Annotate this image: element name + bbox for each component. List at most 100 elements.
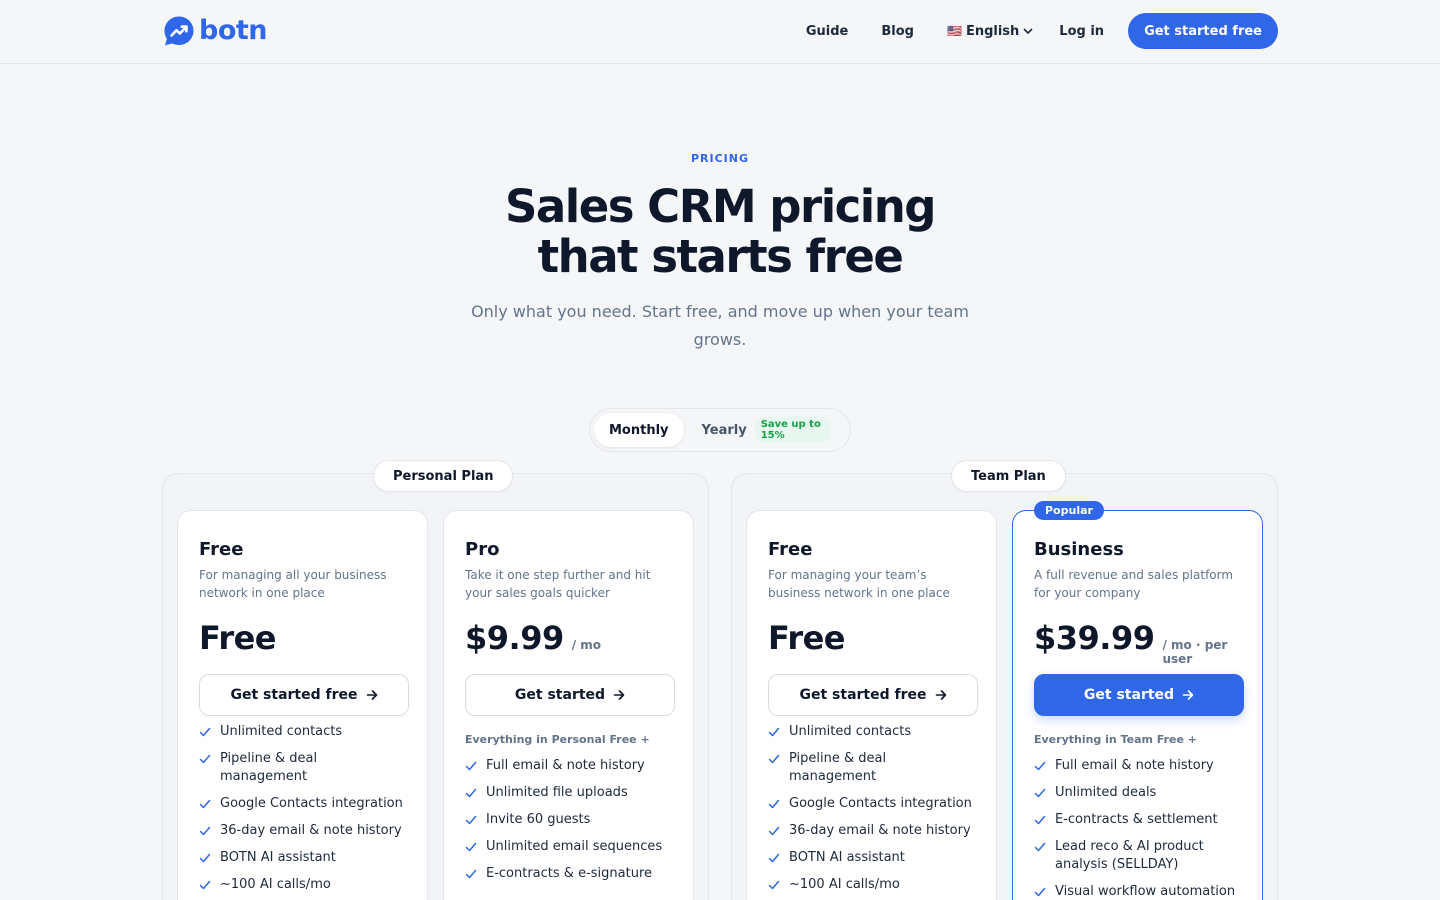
- feature-text: ~100 AI calls/mo: [220, 877, 331, 892]
- feature-list: Full email & note history Unlimited deal…: [1034, 757, 1242, 900]
- check-icon: [199, 799, 211, 809]
- feature-text: Invite 60 guests: [486, 812, 591, 827]
- top-nav-bar: botn Guide Blog 🇺🇸 English Log in Get st…: [0, 0, 1440, 64]
- cta-label: Get started: [1083, 687, 1175, 703]
- feature-text: Unlimited email sequences: [486, 839, 663, 854]
- feature-item: ~100 AI calls/mo: [199, 876, 407, 894]
- main-nav: Guide Blog 🇺🇸 English Log in Get started…: [806, 13, 1278, 49]
- check-icon: [199, 727, 211, 737]
- plan-cta-button[interactable]: Get started free: [199, 674, 409, 716]
- check-icon: [465, 869, 477, 879]
- feature-item: Pipeline & deal management: [768, 750, 976, 786]
- plan-description: Take it one step further and hit your sa…: [465, 568, 651, 600]
- plan-price: $39.99: [1034, 619, 1155, 657]
- nav-blog-link[interactable]: Blog: [881, 24, 914, 39]
- feature-text: BOTN AI assistant: [789, 850, 905, 865]
- feature-item: 36-day email & note history: [768, 822, 976, 840]
- feature-item: Full email & note history: [1034, 757, 1242, 775]
- us-flag-icon: 🇺🇸: [946, 24, 962, 38]
- includes-label: Everything in Personal Free +: [465, 733, 650, 746]
- check-icon: [1034, 815, 1046, 825]
- feature-item: Pipeline & deal management: [199, 750, 407, 786]
- plan-description: For managing your team’s business networ…: [768, 568, 950, 600]
- check-icon: [199, 853, 211, 863]
- check-icon: [465, 815, 477, 825]
- feature-text: Full email & note history: [486, 758, 645, 773]
- yearly-option[interactable]: Yearly Save up to 15%: [684, 413, 846, 447]
- plan-price: $9.99: [465, 619, 564, 657]
- get-started-free-button[interactable]: Get started free: [1128, 13, 1278, 49]
- plan-name: Pro: [465, 539, 500, 560]
- feature-text: Unlimited contacts: [789, 724, 912, 739]
- billing-period-toggle: Monthly Yearly Save up to 15%: [589, 408, 851, 452]
- plan-description: A full revenue and sales platform for yo…: [1034, 568, 1234, 600]
- check-icon: [768, 880, 780, 890]
- plan-cta-button[interactable]: Get started free: [768, 674, 978, 716]
- price-row: Free: [768, 619, 976, 657]
- title-line-1: Sales CRM pricing: [505, 180, 936, 233]
- arrow-right-icon: [935, 690, 946, 700]
- botn-logo[interactable]: botn: [163, 15, 268, 47]
- nav-guide-link[interactable]: Guide: [806, 24, 849, 39]
- check-icon: [199, 754, 211, 764]
- feature-item: 36-day email & note history: [199, 822, 407, 840]
- feature-item: BOTN AI assistant: [768, 849, 976, 867]
- feature-item: Full email & note history: [465, 757, 673, 775]
- plan-card-personal-free: Free For managing all your business netw…: [177, 510, 428, 900]
- monthly-option[interactable]: Monthly: [594, 413, 684, 447]
- price-row: $39.99 / mo · per user: [1034, 619, 1242, 666]
- chat-trend-logo-icon: [164, 16, 194, 46]
- plan-price: Free: [199, 619, 277, 657]
- cta-label: Get started: [514, 687, 606, 703]
- feature-text: Full email & note history: [1055, 758, 1214, 773]
- feature-text: BOTN AI assistant: [220, 850, 336, 865]
- feature-item: Lead reco & AI product analysis (SELLDAY…: [1034, 838, 1242, 874]
- chevron-down-icon: [1023, 28, 1033, 34]
- plan-card-team-free: Free For managing your team’s business n…: [746, 510, 997, 900]
- plan-name: Free: [768, 539, 813, 560]
- language-selector[interactable]: 🇺🇸 English: [947, 24, 1033, 39]
- arrow-right-icon: [366, 690, 377, 700]
- plan-description: For managing all your business network i…: [199, 568, 387, 600]
- check-icon: [199, 826, 211, 836]
- price-row: Free: [199, 619, 407, 657]
- feature-item: Google Contacts integration: [199, 795, 407, 813]
- feature-text: Google Contacts integration: [789, 796, 972, 811]
- feature-text: E-contracts & settlement: [1055, 812, 1218, 827]
- check-icon: [465, 842, 477, 852]
- login-link[interactable]: Log in: [1059, 24, 1104, 39]
- yearly-label: Yearly: [701, 422, 747, 438]
- plan-name: Business: [1034, 539, 1124, 560]
- price-unit: / mo · per user: [1162, 638, 1228, 666]
- feature-text: 36-day email & note history: [789, 823, 971, 838]
- feature-text: Pipeline & deal management: [220, 751, 318, 784]
- feature-list: Full email & note history Unlimited file…: [465, 757, 673, 883]
- feature-text: Google Contacts integration: [220, 796, 403, 811]
- price-row: $9.99 / mo: [465, 619, 673, 657]
- feature-list: Unlimited contacts Pipeline & deal manag…: [768, 723, 976, 894]
- feature-item: Google Contacts integration: [768, 795, 976, 813]
- team-plan-label: Team Plan: [951, 460, 1066, 492]
- check-icon: [1034, 842, 1046, 852]
- page-subtitle: Only what you need. Start free, and move…: [471, 302, 969, 349]
- plan-cta-button[interactable]: Get started: [1034, 674, 1244, 716]
- feature-item: Unlimited contacts: [768, 723, 976, 741]
- price-unit: / mo: [571, 638, 602, 652]
- feature-text: Visual workflow automation: [1055, 884, 1236, 899]
- feature-text: ~100 AI calls/mo: [789, 877, 900, 892]
- check-icon: [1034, 887, 1046, 897]
- feature-text: Unlimited file uploads: [486, 785, 628, 800]
- personal-plan-label: Personal Plan: [373, 460, 514, 492]
- plan-cta-button[interactable]: Get started: [465, 674, 675, 716]
- feature-item: BOTN AI assistant: [199, 849, 407, 867]
- page-title: Sales CRM pricing that starts free: [0, 182, 1440, 282]
- check-icon: [768, 754, 780, 764]
- cta-label: Get started free: [799, 687, 927, 703]
- title-line-2: that starts free: [537, 230, 904, 283]
- feature-item: ~100 AI calls/mo: [768, 876, 976, 894]
- feature-text: 36-day email & note history: [220, 823, 402, 838]
- feature-item: Unlimited contacts: [199, 723, 407, 741]
- plan-card-personal-pro: Pro Take it one step further and hit you…: [443, 510, 694, 900]
- check-icon: [768, 853, 780, 863]
- save-badge: Save up to 15%: [754, 417, 831, 443]
